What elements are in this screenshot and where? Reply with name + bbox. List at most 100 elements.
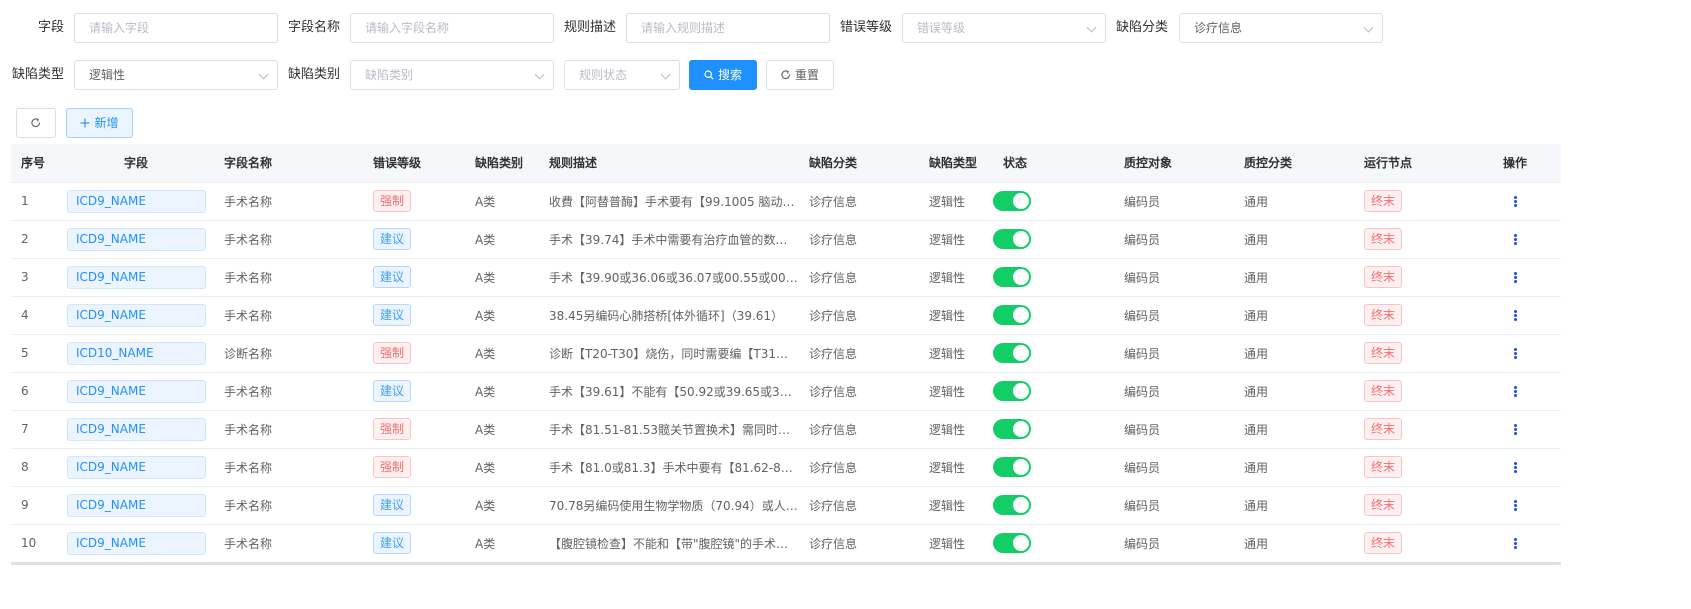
status-toggle[interactable] bbox=[993, 495, 1031, 515]
horizontal-scrollbar[interactable] bbox=[11, 562, 1561, 565]
rule-desc-cell: 手术【39.74】手术中需要有治疗血管的数量【… bbox=[539, 220, 799, 259]
defect-class-cell: A类 bbox=[465, 220, 539, 259]
qc-object-cell: 编码员 bbox=[1114, 448, 1234, 487]
chevron-down-icon bbox=[534, 69, 545, 80]
error-level-tag: 强制 bbox=[373, 456, 412, 478]
more-vertical-icon[interactable] bbox=[1514, 271, 1517, 284]
status-toggle[interactable] bbox=[993, 191, 1031, 211]
rule-desc-cell: 手术【81.51-81.53髋关节置换术】需同时编码… bbox=[539, 410, 799, 449]
status-cell bbox=[993, 524, 1114, 563]
reset-button[interactable]: 重置 bbox=[766, 60, 834, 90]
table-row[interactable]: 2 ICD9_NAME 手术名称 建议 A类 手术【39.74】手术中需要有治疗… bbox=[11, 220, 1561, 259]
table-row[interactable]: 7 ICD9_NAME 手术名称 强制 A类 手术【81.51-81.53髋关节… bbox=[11, 410, 1561, 449]
rules-table: 序号 字段 字段名称 错误等级 缺陷类别 规则描述 缺陷分类 缺陷类型 状态 质… bbox=[11, 144, 1561, 563]
plus-icon bbox=[80, 110, 90, 138]
actions-cell bbox=[1474, 410, 1561, 449]
more-vertical-icon[interactable] bbox=[1514, 499, 1517, 512]
rule-desc-label: 规则描述 bbox=[563, 20, 616, 35]
row-no: 8 bbox=[11, 448, 57, 487]
more-vertical-icon[interactable] bbox=[1514, 537, 1517, 550]
col-header-no: 序号 bbox=[11, 144, 57, 183]
status-cell bbox=[993, 372, 1114, 411]
table-row[interactable]: 5 ICD10_NAME 诊断名称 强制 A类 诊断【T20-T30】烧伤，同时… bbox=[11, 334, 1561, 373]
more-vertical-icon[interactable] bbox=[1514, 385, 1517, 398]
defect-type-cell: 逻辑性 bbox=[919, 372, 993, 411]
status-cell bbox=[993, 334, 1114, 373]
error-level-cell: 强制 bbox=[363, 448, 465, 487]
error-level-tag: 建议 bbox=[373, 494, 412, 516]
actions-cell bbox=[1474, 486, 1561, 525]
field-name-cell: 手术名称 bbox=[214, 220, 363, 259]
defect-type-cell: 逻辑性 bbox=[919, 182, 993, 221]
rule-desc-cell: 手术【39.61】不能有【50.92或39.65或39.95… bbox=[539, 372, 799, 411]
defect-class-select[interactable]: 缺陷类别 bbox=[350, 60, 554, 90]
toggle-knob bbox=[1013, 421, 1029, 437]
more-vertical-icon[interactable] bbox=[1514, 423, 1517, 436]
error-level-tag: 建议 bbox=[373, 380, 412, 402]
table-row[interactable]: 1 ICD9_NAME 手术名称 强制 A类 收費【阿替普酶】手术要有【99.1… bbox=[11, 182, 1561, 221]
toggle-knob bbox=[1013, 231, 1029, 247]
table-row[interactable]: 6 ICD9_NAME 手术名称 建议 A类 手术【39.61】不能有【50.9… bbox=[11, 372, 1561, 411]
toggle-knob bbox=[1013, 345, 1029, 361]
field-name-label: 字段名称 bbox=[287, 20, 340, 35]
qc-object-cell: 编码员 bbox=[1114, 410, 1234, 449]
defect-class-label: 缺陷类别 bbox=[287, 67, 340, 82]
field-name-cell: 手术名称 bbox=[214, 372, 363, 411]
error-level-cell: 建议 bbox=[363, 296, 465, 335]
error-level-tag: 强制 bbox=[373, 190, 412, 212]
defect-type-select[interactable]: 逻辑性 bbox=[74, 60, 278, 90]
qc-category-cell: 通用 bbox=[1234, 258, 1354, 297]
more-vertical-icon[interactable] bbox=[1514, 309, 1517, 322]
field-tag: ICD9_NAME bbox=[67, 417, 206, 441]
qc-object-cell: 编码员 bbox=[1114, 182, 1234, 221]
qc-object-cell: 编码员 bbox=[1114, 524, 1234, 563]
actions-cell bbox=[1474, 524, 1561, 563]
defect-type-cell: 逻辑性 bbox=[919, 448, 993, 487]
more-vertical-icon[interactable] bbox=[1514, 461, 1517, 474]
row-no: 10 bbox=[11, 524, 57, 563]
defect-category-select[interactable]: 诊疗信息 bbox=[1179, 13, 1383, 43]
qc-category-cell: 通用 bbox=[1234, 448, 1354, 487]
row-no: 5 bbox=[11, 334, 57, 373]
run-node-tag: 终末 bbox=[1364, 418, 1403, 440]
field-tag: ICD9_NAME bbox=[67, 189, 206, 213]
status-toggle[interactable] bbox=[993, 343, 1031, 363]
error-level-tag: 建议 bbox=[373, 304, 412, 326]
rule-desc-input[interactable]: 请输入规则描述 bbox=[626, 13, 830, 43]
field-cell: ICD9_NAME bbox=[57, 220, 214, 259]
table-row[interactable]: 4 ICD9_NAME 手术名称 建议 A类 38.45另编码心肺搭桥[体外循环… bbox=[11, 296, 1561, 335]
search-button[interactable]: 搜索 bbox=[689, 60, 757, 90]
status-toggle[interactable] bbox=[993, 381, 1031, 401]
field-name-cell: 手术名称 bbox=[214, 524, 363, 563]
status-toggle[interactable] bbox=[993, 457, 1031, 477]
table-row[interactable]: 10 ICD9_NAME 手术名称 建议 A类 【腹腔镜检查】不能和【带"腹腔镜… bbox=[11, 524, 1561, 563]
refresh-button[interactable] bbox=[16, 108, 56, 138]
table-row[interactable]: 3 ICD9_NAME 手术名称 建议 A类 手术【39.90或36.06或36… bbox=[11, 258, 1561, 297]
defect-class-cell: A类 bbox=[465, 524, 539, 563]
status-toggle[interactable] bbox=[993, 229, 1031, 249]
more-vertical-icon[interactable] bbox=[1514, 195, 1517, 208]
col-header-run-node: 运行节点 bbox=[1354, 144, 1474, 183]
rule-status-select[interactable]: 规则状态 bbox=[564, 60, 680, 90]
defect-type-cell: 逻辑性 bbox=[919, 410, 993, 449]
field-name-cell: 手术名称 bbox=[214, 448, 363, 487]
qc-category-cell: 通用 bbox=[1234, 372, 1354, 411]
qc-object-cell: 编码员 bbox=[1114, 296, 1234, 335]
status-toggle[interactable] bbox=[993, 305, 1031, 325]
field-name-cell: 诊断名称 bbox=[214, 334, 363, 373]
field-input[interactable]: 请输入字段 bbox=[74, 13, 278, 43]
field-name-input[interactable]: 请输入字段名称 bbox=[350, 13, 554, 43]
add-button[interactable]: 新增 bbox=[66, 108, 133, 138]
table-row[interactable]: 8 ICD9_NAME 手术名称 强制 A类 手术【81.0或81.3】手术中要… bbox=[11, 448, 1561, 487]
status-toggle[interactable] bbox=[993, 267, 1031, 287]
status-toggle[interactable] bbox=[993, 419, 1031, 439]
status-toggle[interactable] bbox=[993, 533, 1031, 553]
more-vertical-icon[interactable] bbox=[1514, 233, 1517, 246]
error-level-select[interactable]: 错误等级 bbox=[902, 13, 1106, 43]
defect-class-cell: A类 bbox=[465, 410, 539, 449]
table-row[interactable]: 9 ICD9_NAME 手术名称 建议 A类 70.78另编码使用生物学物质（7… bbox=[11, 486, 1561, 525]
rule-desc-cell: 【腹腔镜检查】不能和【带"腹腔镜"的手术操作… bbox=[539, 524, 799, 563]
more-vertical-icon[interactable] bbox=[1514, 347, 1517, 360]
col-header-status: 状态 bbox=[993, 144, 1114, 183]
defect-category-cell: 诊疗信息 bbox=[799, 410, 919, 449]
